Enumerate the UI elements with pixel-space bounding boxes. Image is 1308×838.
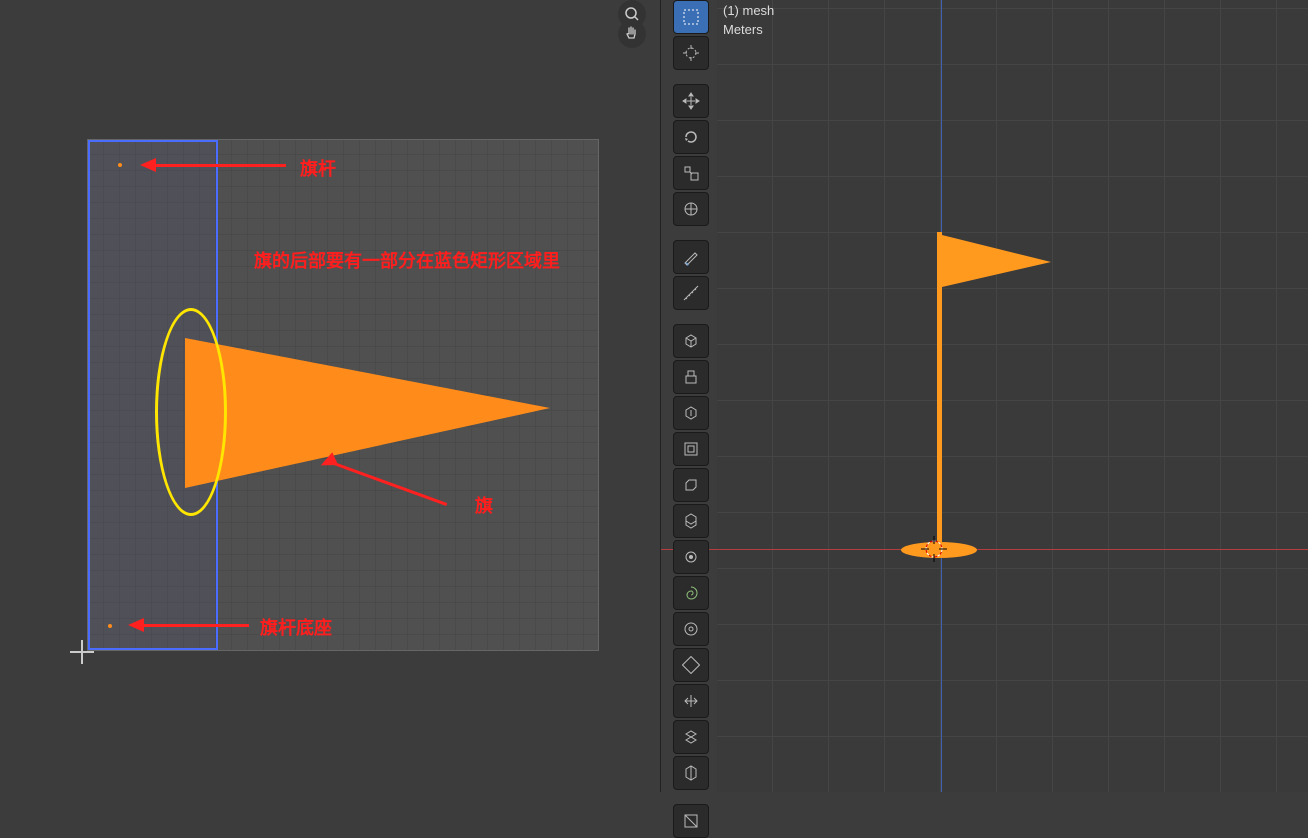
3d-viewport-pane: (1) mesh Meters [660, 0, 1308, 792]
measure-tool[interactable] [673, 276, 709, 310]
transform-tool[interactable] [673, 192, 709, 226]
label-flag: 旗 [475, 492, 493, 518]
knife-tool[interactable] [673, 540, 709, 574]
shrink-fatten-tool[interactable] [673, 720, 709, 754]
viewport-toolbar [673, 0, 709, 838]
pole-uv-dot [118, 163, 122, 167]
uv-grid-area[interactable] [88, 140, 598, 650]
base-uv-dot [108, 624, 112, 628]
label-base: 旗杆底座 [260, 614, 332, 640]
poly-build-tool[interactable] [673, 576, 709, 610]
label-pole: 旗杆 [300, 155, 336, 181]
label-overlap-note: 旗的后部要有一部分在蓝色矩形区域里 [254, 247, 560, 273]
rotate-tool[interactable] [673, 120, 709, 154]
mesh-count-label: (1) mesh [723, 3, 774, 18]
select-box-tool[interactable] [673, 0, 709, 34]
arrow-pole-head [140, 158, 156, 172]
arrow-base-head [128, 618, 144, 632]
bevel-tool[interactable] [673, 468, 709, 502]
cursor-tool[interactable] [673, 36, 709, 70]
loop-cut-tool[interactable] [673, 504, 709, 538]
move-tool[interactable] [673, 84, 709, 118]
shading-tool[interactable] [673, 804, 709, 838]
spin-tool[interactable] [673, 612, 709, 646]
rip-region-tool[interactable] [673, 756, 709, 790]
pan-icon[interactable] [618, 20, 646, 48]
edge-slide-tool[interactable] [673, 684, 709, 718]
add-cube-tool[interactable] [673, 324, 709, 358]
arrow-base-line [144, 624, 249, 627]
flag-3d-model [893, 232, 1053, 562]
inset-faces-tool[interactable] [673, 432, 709, 466]
smooth-tool[interactable] [673, 648, 709, 682]
scale-tool[interactable] [673, 156, 709, 190]
units-label: Meters [723, 22, 763, 37]
uv-editor-pane: 旗杆 旗的后部要有一部分在蓝色矩形区域里 旗 旗杆底座 [0, 0, 660, 792]
annotate-tool[interactable] [673, 240, 709, 274]
extrude-region-tool[interactable] [673, 360, 709, 394]
extrude-manifold-tool[interactable] [673, 396, 709, 430]
arrow-pole-line [156, 164, 286, 167]
